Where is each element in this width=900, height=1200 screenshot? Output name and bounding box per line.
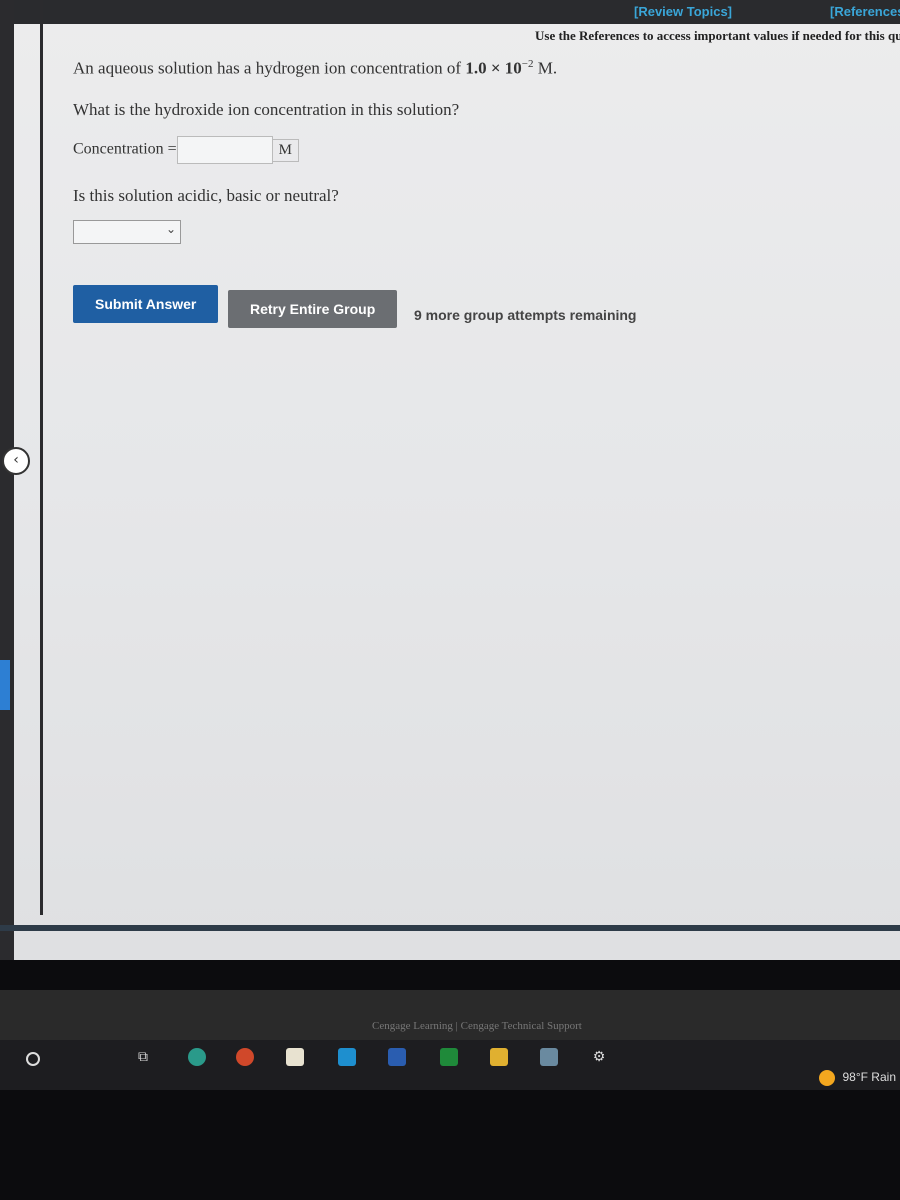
excel-icon[interactable] xyxy=(440,1048,458,1066)
panel-divider xyxy=(40,0,43,915)
taskbar: ⧉ ⚙ 98°F Rain xyxy=(0,1040,900,1090)
acidity-select[interactable]: ⌄ xyxy=(73,220,181,244)
sidebar-active-item[interactable] xyxy=(0,660,10,710)
concentration-label: Concentration = xyxy=(73,140,177,158)
attempts-remaining: 9 more group attempts remaining xyxy=(414,307,637,323)
concentration-unit: M xyxy=(272,138,300,162)
collapse-chevron-icon[interactable]: ‹ xyxy=(2,447,30,475)
prompt-text: An aqueous solution has a hydrogen ion c… xyxy=(73,58,466,78)
weather-text: 98°F Rain xyxy=(842,1070,897,1085)
submit-answer-button[interactable]: Submit Answer xyxy=(73,285,219,323)
left-sidebar xyxy=(0,0,14,960)
powerpoint-icon[interactable] xyxy=(236,1048,254,1066)
concentration-coefficient: 1.0 × 10 xyxy=(465,58,522,78)
concentration-input[interactable] xyxy=(176,136,273,164)
footer-links[interactable]: Cengage Learning | Cengage Technical Sup… xyxy=(372,1020,582,1032)
top-bar: [Review Topics] [References] xyxy=(0,0,900,24)
chevron-down-icon: ⌄ xyxy=(165,222,176,236)
question-1: What is the hydroxide ion concentration … xyxy=(73,100,460,119)
references-link[interactable]: [References] xyxy=(830,4,900,19)
settings-icon[interactable]: ⚙ xyxy=(590,1048,608,1066)
prompt-unit: M. xyxy=(533,58,558,78)
question-2: Is this solution acidic, basic or neutra… xyxy=(73,186,339,205)
concentration-exponent: −2 xyxy=(521,58,534,70)
weather-sun-icon xyxy=(818,1070,835,1086)
word-icon[interactable] xyxy=(388,1048,406,1066)
task-view-icon[interactable]: ⧉ xyxy=(134,1048,152,1066)
question-prompt: An aqueous solution has a hydrogen ion c… xyxy=(73,58,557,79)
review-topics-link[interactable]: [Review Topics] xyxy=(634,4,732,19)
weather-widget[interactable]: 98°F Rain xyxy=(818,1070,897,1086)
concentration-row: Concentration = M xyxy=(73,136,300,164)
references-note: Use the References to access important v… xyxy=(535,28,900,43)
mail-icon[interactable] xyxy=(338,1048,356,1066)
retry-entire-group-button[interactable]: Retry Entire Group xyxy=(228,290,398,328)
cortana-icon[interactable] xyxy=(26,1052,40,1066)
browser-page: [Review Topics] [References] Use the Ref… xyxy=(0,0,900,960)
store-icon[interactable] xyxy=(286,1048,304,1066)
calculator-icon[interactable] xyxy=(540,1048,558,1066)
page-divider xyxy=(0,925,900,931)
file-explorer-icon[interactable] xyxy=(490,1048,508,1066)
edge-icon[interactable] xyxy=(188,1048,206,1066)
